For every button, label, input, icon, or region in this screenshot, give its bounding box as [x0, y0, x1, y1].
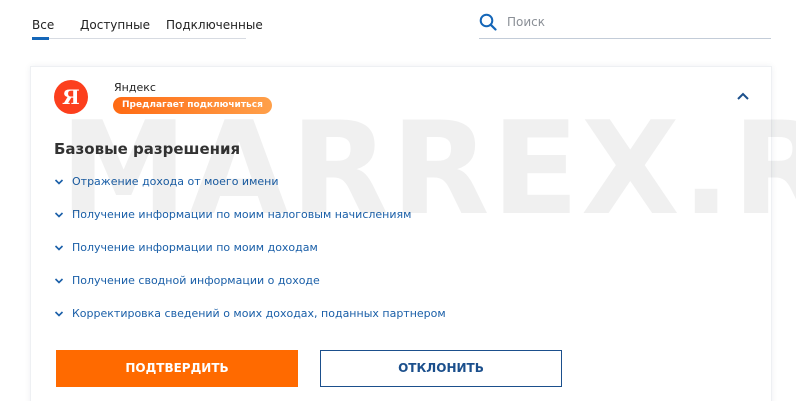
filter-tabs: Все Доступные Подключенные — [32, 0, 263, 40]
permission-label: Получение сводной информации о доходе — [72, 274, 320, 287]
permission-label: Отражение дохода от моего имени — [72, 175, 279, 188]
status-badge: Предлагает подключиться — [113, 97, 272, 114]
chevron-up-icon[interactable] — [735, 89, 751, 103]
tab-available[interactable]: Доступные — [80, 18, 150, 32]
search-input[interactable] — [507, 11, 757, 33]
chevron-down-icon — [54, 311, 64, 317]
reject-button[interactable]: ОТКЛОНИТЬ — [320, 350, 562, 387]
permission-label: Корректировка сведений о моих доходах, п… — [72, 307, 446, 320]
confirm-button[interactable]: ПОДТВЕРДИТЬ — [56, 350, 298, 387]
tab-connected[interactable]: Подключенные — [166, 18, 263, 32]
chevron-down-icon — [54, 245, 64, 251]
search-icon[interactable] — [479, 13, 497, 31]
chevron-down-icon — [54, 212, 64, 218]
chevron-down-icon — [54, 179, 64, 185]
permission-label: Получение информации по моим налоговым н… — [72, 208, 412, 221]
search-box — [479, 6, 771, 39]
partner-name: Яндекс — [114, 81, 156, 94]
tab-all[interactable]: Все — [32, 18, 54, 32]
permissions-title: Базовые разрешения — [54, 140, 241, 158]
active-tab-indicator — [32, 37, 49, 40]
chevron-down-icon — [54, 278, 64, 284]
yandex-logo: Я — [54, 80, 88, 114]
permission-label: Получение информации по моим доходам — [72, 241, 318, 254]
partner-card: Я Яндекс Предлагает подключиться Базовые… — [30, 66, 772, 401]
